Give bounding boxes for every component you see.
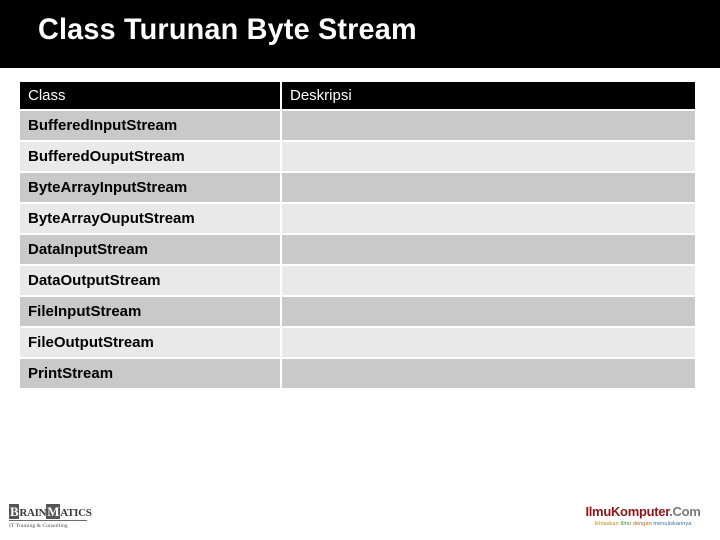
cell-class: DataInputStream bbox=[20, 235, 280, 264]
cell-class: FileInputStream bbox=[20, 297, 280, 326]
cell-class-label: ByteArrayOuputStream bbox=[28, 210, 195, 227]
brainmatics-letter-m: M bbox=[46, 504, 61, 519]
cell-class-label: BufferedOuputStream bbox=[28, 148, 185, 165]
cell-class: PrintStream bbox=[20, 359, 280, 388]
table-row: BufferedOuputStream bbox=[20, 142, 695, 171]
table-row: ByteArrayOuputStream bbox=[20, 204, 695, 233]
brainmatics-letter-b: B bbox=[9, 504, 20, 519]
column-header-description-label: Deskripsi bbox=[290, 87, 352, 104]
cell-class-label: ByteArrayInputStream bbox=[28, 179, 188, 196]
cell-description bbox=[282, 297, 695, 326]
column-header-class: Class bbox=[20, 82, 280, 109]
cell-class-label: FileInputStream bbox=[28, 303, 142, 320]
ilmukomputer-tagline-word-3: dengan bbox=[632, 521, 652, 527]
ilmukomputer-logo: IlmuKomputer.Com Ikhlaskan Ilmu dengan m… bbox=[580, 504, 706, 529]
ilmukomputer-tagline-word-4: menuliskannya bbox=[653, 521, 692, 527]
ilmukomputer-tagline-word-1: Ikhlaskan bbox=[594, 521, 619, 527]
cell-class: ByteArrayInputStream bbox=[20, 173, 280, 202]
cell-description bbox=[282, 235, 695, 264]
cell-description bbox=[282, 111, 695, 140]
ilmukomputer-name: IlmuKomputer bbox=[585, 504, 670, 519]
cell-description-label bbox=[282, 241, 290, 258]
brainmatics-text-atics: ATICS bbox=[60, 507, 92, 519]
class-table-container: Class Deskripsi BufferedInputStream Buff… bbox=[20, 80, 695, 390]
cell-description-label bbox=[282, 334, 290, 351]
cell-description-label bbox=[282, 365, 290, 382]
cell-class: BufferedInputStream bbox=[20, 111, 280, 140]
cell-class: ByteArrayOuputStream bbox=[20, 204, 280, 233]
cell-class-label: PrintStream bbox=[28, 365, 114, 382]
ilmukomputer-wordmark: IlmuKomputer.Com bbox=[580, 504, 706, 519]
table-row: FileOutputStream bbox=[20, 328, 695, 357]
table-row: DataInputStream bbox=[20, 235, 695, 264]
cell-class-label: BufferedInputStream bbox=[28, 117, 178, 134]
cell-class-label: DataOutputStream bbox=[28, 272, 161, 289]
cell-class: DataOutputStream bbox=[20, 266, 280, 295]
column-header-class-label: Class bbox=[28, 87, 66, 104]
ilmukomputer-tagline: Ikhlaskan Ilmu dengan menuliskannya bbox=[580, 520, 706, 529]
table-header-row: Class Deskripsi bbox=[20, 82, 695, 109]
table-row: DataOutputStream bbox=[20, 266, 695, 295]
table-row: PrintStream bbox=[20, 359, 695, 388]
table-body: BufferedInputStream BufferedOuputStream bbox=[20, 111, 695, 388]
cell-description-label bbox=[282, 210, 290, 227]
cell-class-label: DataInputStream bbox=[28, 241, 149, 258]
cell-description bbox=[282, 173, 695, 202]
cell-description bbox=[282, 204, 695, 233]
brainmatics-wordmark: BRAINMATICS bbox=[9, 504, 92, 519]
cell-description-label bbox=[282, 117, 290, 134]
cell-class: BufferedOuputStream bbox=[20, 142, 280, 171]
table-row: BufferedInputStream bbox=[20, 111, 695, 140]
brainmatics-logo: BRAINMATICS IT Training & Consulting bbox=[9, 504, 92, 530]
ilmukomputer-tagline-word-2: Ilmu bbox=[620, 521, 632, 527]
cell-description bbox=[282, 359, 695, 388]
cell-class: FileOutputStream bbox=[20, 328, 280, 357]
footer: BRAINMATICS IT Training & Consulting Ilm… bbox=[0, 494, 720, 540]
table-head: Class Deskripsi bbox=[20, 82, 695, 109]
cell-description-label bbox=[282, 303, 290, 320]
brainmatics-text-rain: RAIN bbox=[19, 507, 47, 519]
class-table: Class Deskripsi BufferedInputStream Buff… bbox=[20, 80, 695, 390]
brainmatics-tagline: IT Training & Consulting bbox=[9, 520, 87, 530]
title-band: Class Turunan Byte Stream bbox=[0, 0, 720, 68]
cell-description bbox=[282, 328, 695, 357]
cell-description-label bbox=[282, 179, 290, 196]
cell-description bbox=[282, 142, 695, 171]
page-title: Class Turunan Byte Stream bbox=[38, 13, 417, 46]
table-row: ByteArrayInputStream bbox=[20, 173, 695, 202]
cell-class-label: FileOutputStream bbox=[28, 334, 154, 351]
cell-description bbox=[282, 266, 695, 295]
column-header-description: Deskripsi bbox=[282, 82, 695, 109]
ilmukomputer-domain: .Com bbox=[669, 504, 701, 519]
cell-description-label bbox=[282, 148, 290, 165]
table-row: FileInputStream bbox=[20, 297, 695, 326]
cell-description-label bbox=[282, 272, 290, 289]
